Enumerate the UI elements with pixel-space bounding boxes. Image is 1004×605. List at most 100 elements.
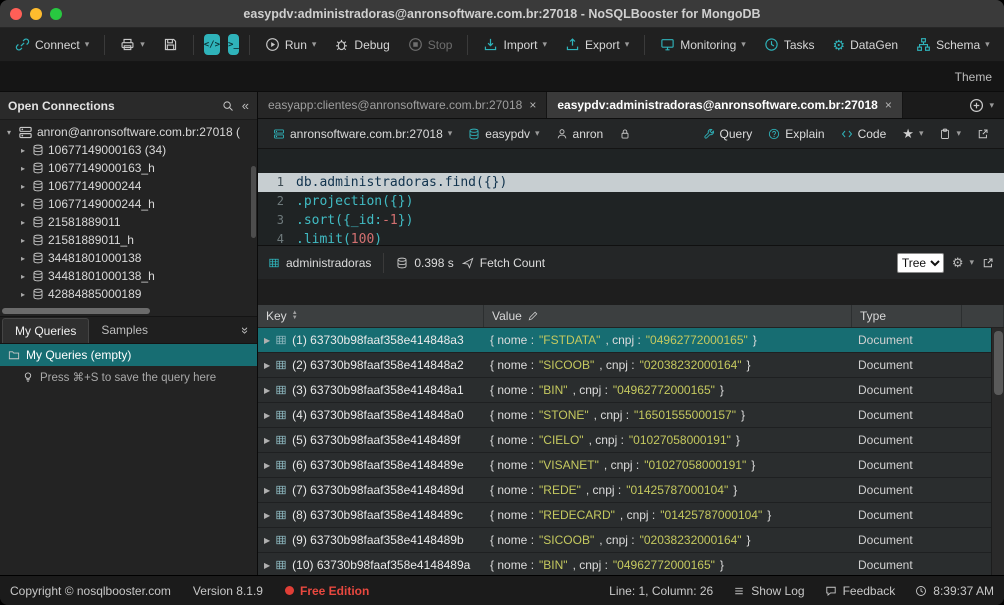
tab-easyapp-clientes[interactable]: easyapp:clientes@anronsoftware.com.br:27… [258, 92, 547, 118]
minimize-window-button[interactable] [30, 8, 42, 20]
column-header-type[interactable]: Type [852, 305, 962, 327]
collapse-panel-icon[interactable]: « [242, 99, 249, 112]
results-settings-button[interactable]: ⚙ ▾ [952, 256, 974, 269]
fetch-count-button[interactable]: Fetch Count [462, 256, 545, 270]
editor-line[interactable]: 1db.administradoras.find({}) [258, 173, 1004, 192]
table-row[interactable]: ▶(3) 63730b98faaf358e414848a1{ nome : "B… [258, 378, 1004, 403]
database-item[interactable]: ▸10677149000244 [0, 177, 257, 195]
edition-badge[interactable]: Free Edition [285, 584, 369, 598]
chevron-double-down-icon[interactable]: » [238, 326, 253, 333]
expand-arrow-icon[interactable]: ▸ [18, 146, 28, 155]
expand-arrow-icon[interactable]: ▶ [264, 336, 270, 345]
snippets-button[interactable]: ▾ [934, 125, 966, 143]
column-header-key[interactable]: Key ▲▼ [258, 305, 484, 327]
expand-arrow-icon[interactable]: ▶ [264, 461, 270, 470]
expand-arrow-icon[interactable]: ▶ [264, 536, 270, 545]
results-scrollbar[interactable] [991, 328, 1004, 575]
search-icon[interactable] [222, 100, 234, 112]
code-button[interactable]: Code [836, 124, 892, 144]
sort-icons[interactable]: ▲▼ [292, 311, 298, 321]
expand-arrow-icon[interactable]: ▶ [264, 361, 270, 370]
database-item[interactable]: ▸10677149000163 (34) [0, 141, 257, 159]
close-tab-icon[interactable]: × [529, 98, 536, 112]
expand-arrow-icon[interactable]: ▸ [18, 254, 28, 263]
shell-button[interactable]: >_ [228, 34, 239, 55]
expand-arrow-icon[interactable]: ▸ [18, 218, 28, 227]
database-item[interactable]: ▸34481801000138_h [0, 267, 257, 285]
editor-line[interactable]: 3.sort({_id:-1}) [258, 211, 1004, 230]
close-tab-icon[interactable]: × [885, 98, 892, 112]
table-row[interactable]: ▶(4) 63730b98faaf358e414848a0{ nome : "S… [258, 403, 1004, 428]
tab-samples[interactable]: Samples [89, 318, 160, 342]
show-log-button[interactable]: Show Log [733, 584, 804, 598]
lock-indicator[interactable] [614, 125, 636, 143]
server-selector[interactable]: anronsoftware.com.br:27018 ▾ [268, 124, 457, 144]
zoom-window-button[interactable] [50, 8, 62, 20]
print-button[interactable]: ▾ [113, 33, 152, 56]
code-editor[interactable]: 1db.administradoras.find({})2.projection… [258, 149, 1004, 245]
database-item[interactable]: ▸10677149000244_h [0, 195, 257, 213]
theme-button[interactable]: Theme [955, 70, 992, 84]
expand-arrow-icon[interactable]: ▶ [264, 486, 270, 495]
table-row[interactable]: ▶(1) 63730b98faaf358e414848a3{ nome : "F… [258, 328, 1004, 353]
expand-arrow-icon[interactable]: ▶ [264, 386, 270, 395]
expand-arrow-icon[interactable]: ▶ [264, 436, 270, 445]
new-tab-icon[interactable] [969, 98, 984, 113]
code-editor-button[interactable]: </> [204, 34, 220, 55]
table-row[interactable]: ▶(8) 63730b98faaf358e4148489c{ nome : "R… [258, 503, 1004, 528]
database-item[interactable]: ▸10677149000163_h [0, 159, 257, 177]
tree-scrollbar-thumb[interactable] [251, 166, 256, 238]
tab-easypdv-administradoras[interactable]: easypdv:administradoras@anronsoftware.co… [547, 92, 903, 118]
my-queries-folder[interactable]: My Queries (empty) [0, 344, 257, 366]
database-item[interactable]: ▸34481801000138 [0, 249, 257, 267]
expand-arrow-icon[interactable]: ▸ [18, 182, 28, 191]
table-row[interactable]: ▶(9) 63730b98faaf358e4148489b{ nome : "S… [258, 528, 1004, 553]
database-item[interactable]: ▸21581889011_h [0, 231, 257, 249]
expand-arrow-icon[interactable]: ▶ [264, 411, 270, 420]
close-window-button[interactable] [10, 8, 22, 20]
expand-arrow-icon[interactable]: ▾ [4, 128, 14, 137]
expand-arrow-icon[interactable]: ▸ [18, 236, 28, 245]
table-row[interactable]: ▶(5) 63730b98faaf358e4148489f{ nome : "C… [258, 428, 1004, 453]
tree-horizontal-scrollbar[interactable] [0, 306, 257, 316]
favorites-button[interactable]: ★ ▾ [897, 123, 928, 145]
table-row[interactable]: ▶(6) 63730b98faaf358e4148489e{ nome : "V… [258, 453, 1004, 478]
database-selector[interactable]: easypdv ▾ [463, 124, 544, 144]
expand-arrow-icon[interactable]: ▸ [18, 200, 28, 209]
table-row[interactable]: ▶(10) 63730b98faaf358e4148489a{ nome : "… [258, 553, 1004, 575]
open-in-new-window-button[interactable] [972, 125, 994, 143]
debug-button[interactable]: Debug [327, 33, 396, 56]
explain-button[interactable]: Explain [763, 124, 829, 144]
editor-line[interactable]: 2.projection({}) [258, 192, 1004, 211]
scrollbar-thumb[interactable] [994, 331, 1003, 395]
feedback-button[interactable]: Feedback [825, 584, 896, 598]
database-item[interactable]: ▸42884885000189 [0, 285, 257, 303]
import-button[interactable]: Import ▾ [476, 33, 554, 56]
expand-results-icon[interactable] [982, 257, 994, 269]
schema-button[interactable]: Schema ▾ [909, 33, 997, 56]
datagen-button[interactable]: ⚙ DataGen [826, 34, 906, 56]
query-button[interactable]: Query [698, 124, 758, 144]
expand-arrow-icon[interactable]: ▸ [18, 164, 28, 173]
monitoring-button[interactable]: Monitoring ▾ [653, 33, 753, 56]
scrollbar-thumb[interactable] [2, 308, 150, 314]
save-button[interactable] [156, 33, 185, 56]
collection-label[interactable]: administradoras [268, 256, 371, 270]
connect-button[interactable]: Connect ▾ [8, 33, 96, 56]
tab-my-queries[interactable]: My Queries [2, 318, 89, 343]
tasks-button[interactable]: Tasks [757, 33, 822, 56]
expand-arrow-icon[interactable]: ▸ [18, 290, 28, 299]
export-button[interactable]: Export ▾ [558, 33, 636, 56]
connection-root-item[interactable]: ▾ anron@anronsoftware.com.br:27018 ( [0, 123, 257, 141]
view-mode-select[interactable]: Tree [897, 253, 944, 273]
caret-down-icon[interactable]: ▾ [989, 101, 994, 110]
expand-arrow-icon[interactable]: ▸ [18, 272, 28, 281]
table-row[interactable]: ▶(2) 63730b98faaf358e414848a2{ nome : "S… [258, 353, 1004, 378]
expand-arrow-icon[interactable]: ▶ [264, 511, 270, 520]
database-item[interactable]: ▸21581889011 [0, 213, 257, 231]
table-row[interactable]: ▶(7) 63730b98faaf358e4148489d{ nome : "R… [258, 478, 1004, 503]
user-indicator[interactable]: anron [551, 124, 609, 144]
expand-arrow-icon[interactable]: ▶ [264, 561, 270, 570]
column-header-value[interactable]: Value [484, 305, 852, 327]
run-button[interactable]: Run ▾ [258, 33, 324, 56]
